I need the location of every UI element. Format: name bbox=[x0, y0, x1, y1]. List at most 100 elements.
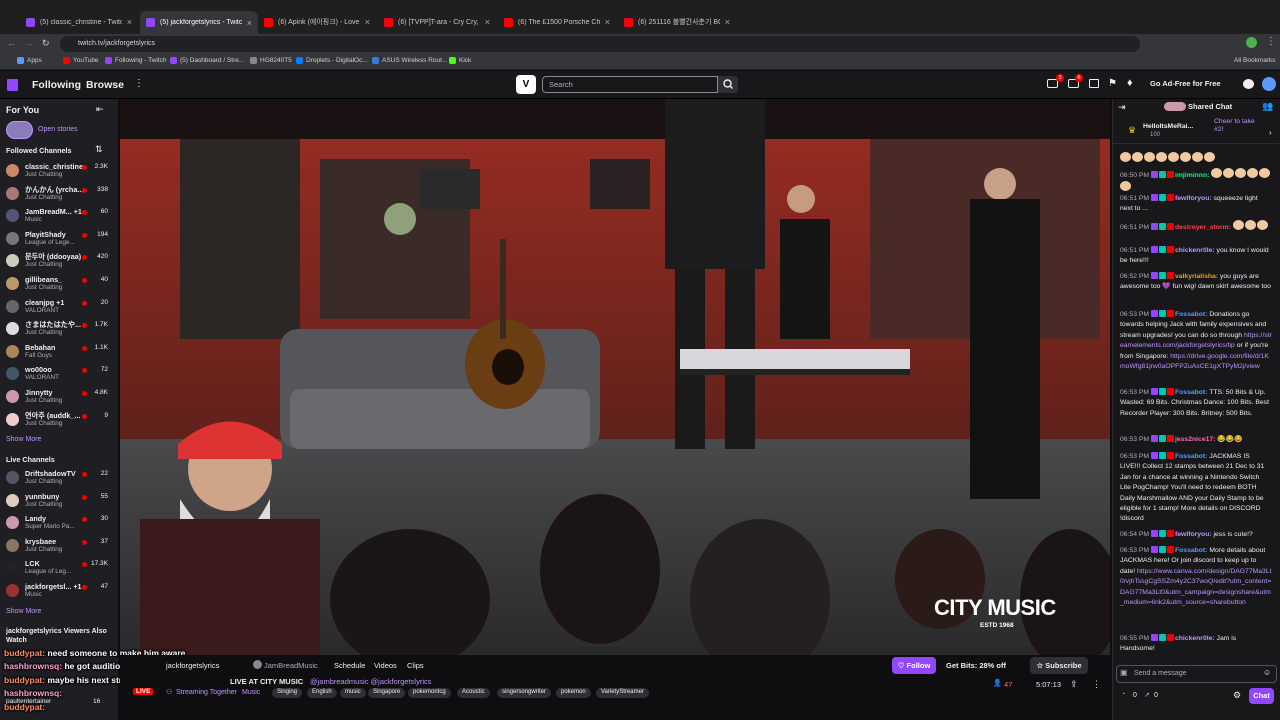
browser-tab[interactable]: (6) 251116 볼빨간사춘기 BOL4 × bbox=[618, 12, 736, 32]
streamer-name[interactable]: jackforgetslyrics bbox=[166, 661, 219, 670]
chat-settings-icon[interactable]: ⚙ bbox=[1233, 690, 1241, 701]
search-button[interactable] bbox=[718, 76, 738, 93]
whispers-icon[interactable] bbox=[1089, 79, 1099, 88]
sidebar-channel[interactable]: jackforgetsl... +1 Music 47 bbox=[4, 580, 114, 602]
sidebar-channel[interactable]: classic_christine Just Chatting 2.3K bbox=[4, 160, 114, 182]
tab-videos[interactable]: Videos bbox=[374, 661, 397, 670]
sidebar-channel[interactable]: DriftshadowTV Just Chatting 22 bbox=[4, 467, 114, 489]
subscribe-button[interactable]: ☆ Subscribe bbox=[1030, 657, 1088, 674]
message-username[interactable]: chickenr0le: bbox=[1175, 247, 1215, 254]
profile-avatar[interactable] bbox=[1246, 37, 1257, 48]
tab-close-icon[interactable]: × bbox=[365, 17, 370, 27]
back-icon[interactable]: ← bbox=[7, 38, 16, 48]
browser-tab[interactable]: (6) [TVPP]T-ara - Cry Cry, 티아 × bbox=[378, 12, 496, 32]
sidebar-channel[interactable]: 연아주 (auddk_... Just Chatting 9 bbox=[4, 409, 114, 431]
tab-close-icon[interactable]: × bbox=[247, 18, 252, 28]
message-username[interactable]: Fossabot: bbox=[1175, 389, 1207, 396]
sidebar-channel[interactable]: Jinnytty Just Chatting 4.8K bbox=[4, 386, 114, 408]
stories-avatars[interactable] bbox=[6, 121, 33, 139]
tab-clips[interactable]: Clips bbox=[407, 661, 424, 670]
sidebar-channel[interactable]: かんかん (yrcha... Just Chatting 338 bbox=[4, 183, 114, 205]
chat-badge-icon[interactable]: ▣ bbox=[1120, 668, 1128, 677]
browser-menu-icon[interactable]: ⋮ bbox=[1266, 36, 1276, 47]
stream-tag[interactable]: Acoustic bbox=[457, 688, 490, 698]
message-username[interactable]: Fossabot: bbox=[1175, 453, 1207, 460]
sidebar-channel[interactable]: gillibeans_ Just Chatting 40 bbox=[4, 273, 114, 295]
nav-following[interactable]: Following bbox=[32, 79, 81, 91]
show-more-followed[interactable]: Show More bbox=[6, 436, 41, 443]
bookmark-item[interactable]: ASUS Wireless Rout... bbox=[372, 57, 447, 64]
more-icon[interactable]: ⋮ bbox=[134, 78, 144, 89]
stream-tag[interactable]: VarietyStreamer bbox=[596, 688, 649, 698]
next-icon[interactable]: › bbox=[1269, 128, 1272, 137]
show-more-live[interactable]: Show More bbox=[6, 608, 41, 615]
sidebar-channel[interactable]: さまはたはたや... Just Chatting 1.7K bbox=[4, 318, 114, 340]
forward-icon[interactable]: → bbox=[24, 38, 33, 48]
co-streamer-name[interactable]: JamBreadMusic bbox=[264, 661, 318, 670]
channel-points-icon-2[interactable]: ↗ bbox=[1144, 691, 1150, 699]
collapse-chat-icon[interactable]: ⇥ bbox=[1118, 102, 1126, 113]
browser-tab[interactable]: (6) Apink (에이핑크) - Love Me × bbox=[258, 12, 376, 32]
prime-icon[interactable]: ⚑ bbox=[1108, 78, 1117, 89]
browser-tab[interactable]: (5) classic_christine - Twitch × bbox=[20, 12, 138, 32]
message-username[interactable]: fewlforyou: bbox=[1175, 195, 1212, 202]
stream-tag[interactable]: pokemon bbox=[556, 688, 591, 698]
co-streamer-avatar[interactable] bbox=[253, 660, 262, 669]
extension-icon[interactable]: V bbox=[516, 75, 536, 94]
chat-send-button[interactable]: Chat bbox=[1249, 688, 1274, 704]
message-username[interactable]: chickenr0le: bbox=[1175, 635, 1215, 642]
tab-close-icon[interactable]: × bbox=[485, 17, 490, 27]
sidebar-channel[interactable]: yunnbuny Just Chatting 55 bbox=[4, 490, 114, 512]
bookmark-item[interactable]: Droplets - DigitalOc... bbox=[296, 57, 368, 64]
stream-tag[interactable]: Singing bbox=[272, 688, 303, 698]
message-username[interactable]: Fossabot: bbox=[1175, 311, 1207, 318]
bookmark-item[interactable]: Apps bbox=[17, 57, 42, 64]
sort-icon[interactable]: ⇅ bbox=[95, 144, 103, 155]
chat-input[interactable]: Send a message bbox=[1116, 665, 1277, 683]
tab-close-icon[interactable]: × bbox=[127, 17, 132, 27]
reload-icon[interactable]: ↻ bbox=[42, 38, 50, 49]
open-stories-link[interactable]: Open stories bbox=[38, 126, 78, 133]
address-bar[interactable]: twitch.tv/jackforgetslyrics bbox=[60, 36, 1140, 52]
message-username[interactable]: jess2nice17: bbox=[1175, 436, 1215, 443]
bookmark-item[interactable]: HG8240T5 bbox=[250, 57, 292, 64]
share-icon[interactable]: ⇪ bbox=[1070, 679, 1078, 690]
nav-browse[interactable]: Browse bbox=[86, 79, 124, 91]
message-username[interactable]: fewlforyou: bbox=[1175, 531, 1212, 538]
stream-tag[interactable]: singersongwriter bbox=[497, 688, 552, 698]
bookmark-item[interactable]: Following - Twitch bbox=[105, 57, 167, 64]
emote-picker-icon[interactable]: ☺ bbox=[1263, 668, 1271, 677]
search-input[interactable]: Search bbox=[542, 76, 718, 93]
status-icon[interactable] bbox=[1243, 79, 1254, 89]
stream-mentions[interactable]: @jambreadmusic @jackforgetslyrics bbox=[310, 677, 432, 686]
follow-button[interactable]: ♡ Follow bbox=[892, 657, 936, 674]
tab-close-icon[interactable]: × bbox=[605, 17, 610, 27]
bookmark-item[interactable]: YouTube bbox=[63, 57, 99, 64]
ad-free-button[interactable]: Go Ad-Free for Free bbox=[1150, 79, 1221, 88]
sidebar-channel[interactable]: LCK League of Leg... 17.3K bbox=[4, 557, 114, 579]
stream-tag[interactable]: Singapore bbox=[368, 688, 406, 698]
stream-tag[interactable]: pokemontcg bbox=[408, 688, 451, 698]
streaming-together[interactable]: Streaming Together bbox=[176, 689, 237, 696]
user-avatar[interactable] bbox=[1262, 77, 1276, 91]
sidebar-channel[interactable]: Bebahan Fall Guys 1.1K bbox=[4, 341, 114, 363]
stream-tag[interactable]: English bbox=[307, 688, 337, 698]
leaderboard-user[interactable]: HelloItsMeRai... bbox=[1143, 123, 1193, 130]
bits-icon[interactable]: ♦ bbox=[1127, 77, 1133, 89]
get-bits-button[interactable]: Get Bits: 28% off bbox=[946, 661, 1006, 670]
video-player[interactable]: CITY MUSIC ESTD 1968 bbox=[120, 99, 1110, 655]
sidebar-channel[interactable]: PlayitShady League of Lege... 194 bbox=[4, 228, 114, 250]
all-bookmarks[interactable]: All Bookmarks bbox=[1234, 57, 1276, 64]
stream-tag[interactable]: music bbox=[340, 688, 366, 698]
cheer-cta[interactable]: Cheer to take #2! bbox=[1214, 118, 1260, 134]
message-username[interactable]: Fossabot: bbox=[1175, 547, 1207, 554]
chat-users-icon[interactable]: 👥 bbox=[1262, 101, 1273, 112]
chat-link[interactable]: https://www.canva.com/design/DAG77Ma3Lt0… bbox=[1120, 568, 1272, 606]
bookmark-item[interactable]: Kick bbox=[449, 57, 471, 64]
bookmark-item[interactable]: (5) Dashboard / Stre... bbox=[170, 57, 244, 64]
sidebar-channel[interactable]: Landy Super Mario Pa... 30 bbox=[4, 512, 114, 534]
message-username[interactable]: destroyer_storm: bbox=[1175, 224, 1231, 231]
tab-schedule[interactable]: Schedule bbox=[334, 661, 365, 670]
stream-category[interactable]: Music bbox=[242, 689, 260, 696]
sidebar-channel[interactable]: JamBreadM... +1 Music 60 bbox=[4, 205, 114, 227]
